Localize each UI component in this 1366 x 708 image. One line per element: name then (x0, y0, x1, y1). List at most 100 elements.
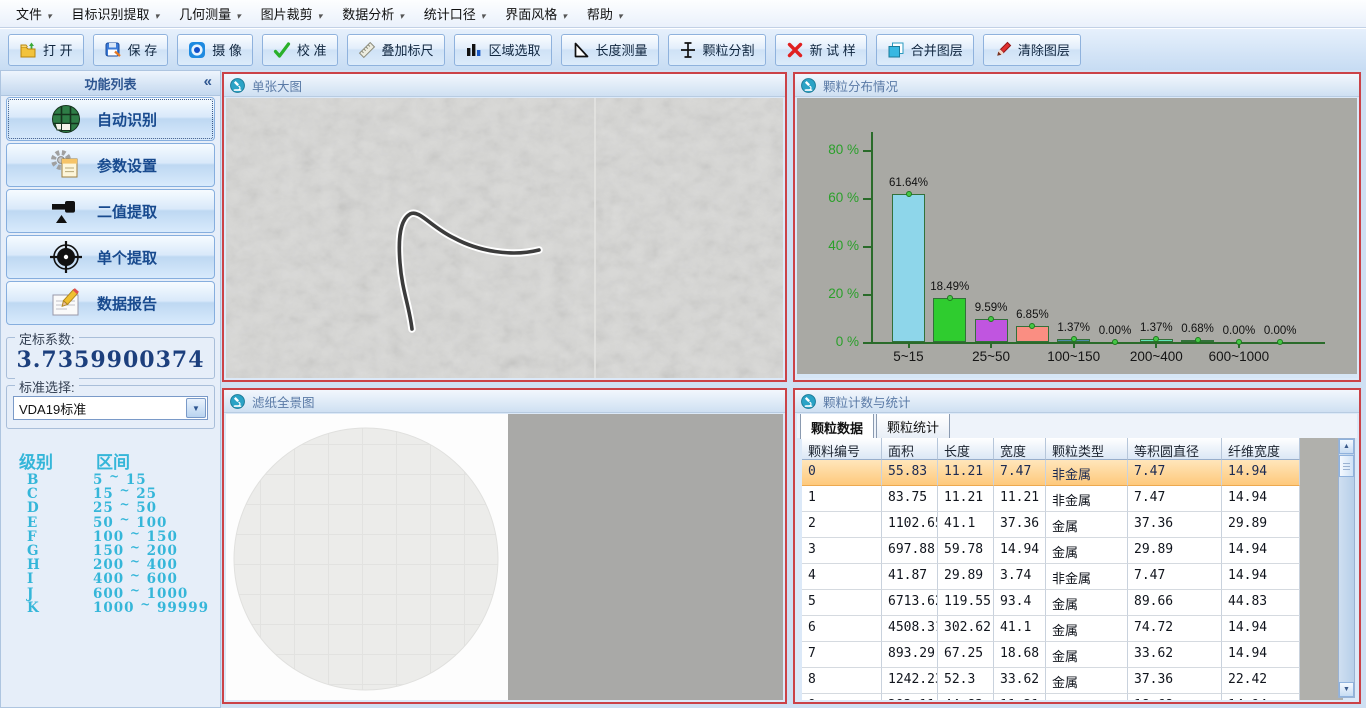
cell: 3 (802, 538, 882, 564)
bar-25~50 (975, 319, 1008, 342)
toolbar-button-label: 校 准 (297, 40, 327, 59)
tilde: ~ (130, 526, 141, 540)
cell: 67.25 (938, 642, 994, 668)
toolbar-button-3[interactable]: 校 准 (262, 34, 338, 66)
chevron-down-icon: ▾ (155, 11, 160, 21)
cell: 14.94 (1222, 460, 1300, 486)
particle-split-icon (679, 41, 697, 59)
toolbar-button-label: 长度测量 (596, 40, 648, 59)
cell: 14.94 (1222, 616, 1300, 642)
sidebar-button-2[interactable]: 二值提取 (6, 189, 215, 233)
toolbar-button-8[interactable]: 新 试 样 (775, 34, 867, 66)
bar-point (1195, 337, 1201, 343)
scroll-down-icon[interactable]: ▼ (1339, 682, 1354, 697)
table-row[interactable]: 183.7511.2111.21非金属7.4714.94 (802, 486, 1300, 512)
bar-point (1029, 323, 1035, 329)
standard-select[interactable]: VDA19标准 ▼ (13, 396, 208, 420)
microscope-icon (801, 78, 816, 93)
sidebar-button-label: 数据报告 (97, 293, 157, 314)
toolbar-button-7[interactable]: 颗粒分割 (668, 34, 766, 66)
sidebar-button-1[interactable]: 参数设置 (6, 143, 215, 187)
menu-item-7[interactable]: 帮助▾ (577, 0, 633, 27)
statistics-tabs: 颗粒数据 颗粒统计 (797, 414, 1357, 438)
single-image-view[interactable] (226, 98, 783, 378)
table-row[interactable]: 3697.8859.7814.94金属29.8914.94 (802, 538, 1300, 564)
toolbar-button-label: 摄 像 (212, 40, 242, 59)
toolbar-button-0[interactable]: 打 开 (8, 34, 84, 66)
column-header-1[interactable]: 面积 (882, 438, 938, 460)
length-measure-icon (572, 41, 590, 59)
table-row[interactable]: 81242.2352.333.62金属37.3622.42 (802, 668, 1300, 694)
scroll-up-icon[interactable]: ▲ (1339, 439, 1354, 454)
tilde: ~ (140, 597, 151, 611)
table-row[interactable]: 441.8729.893.74非金属7.4714.94 (802, 564, 1300, 590)
sidebar-button-3[interactable]: 单个提取 (6, 235, 215, 279)
toolbar-button-4[interactable]: 叠加标尺 (347, 34, 445, 66)
cell: 7.47 (1128, 564, 1222, 590)
cell: 119.55 (938, 590, 994, 616)
toolbar-button-label: 清除图层 (1018, 40, 1070, 59)
particle-statistics-panel-title: 颗粒计数与统计 (823, 392, 911, 411)
column-header-5[interactable]: 等积圆直径 (1128, 438, 1222, 460)
table-row[interactable]: 64508.31302.6241.1金属74.7214.94 (802, 616, 1300, 642)
y-tick (863, 294, 871, 296)
cell: 14.94 (1222, 642, 1300, 668)
cell: 44.83 (938, 694, 994, 700)
filter-panorama-view[interactable] (226, 414, 783, 700)
toolbar-button-10[interactable]: 清除图层 (983, 34, 1081, 66)
column-header-4[interactable]: 颗粒类型 (1046, 438, 1128, 460)
y-tick-label: 0 % (815, 334, 859, 349)
toolbar-button-6[interactable]: 长度测量 (561, 34, 659, 66)
cell: 41.87 (882, 564, 938, 590)
binary-extract-icon (49, 194, 83, 228)
merge-layers-icon (887, 41, 905, 59)
table-row[interactable]: 21102.6541.137.36金属37.3629.89 (802, 512, 1300, 538)
sidebar-collapse-button[interactable]: « (204, 73, 212, 90)
filter-panorama-panel: 滤纸全景图 (222, 388, 787, 704)
table-row[interactable]: 055.8311.217.47非金属7.4714.94 (802, 460, 1300, 486)
toolbar-button-label: 颗粒分割 (703, 40, 755, 59)
column-header-0[interactable]: 颗料编号 (802, 438, 882, 460)
sidebar-button-0[interactable]: 自动识别 (6, 97, 215, 141)
menu-item-5[interactable]: 统计口径▾ (414, 0, 496, 27)
bar-value-label: 18.49% (918, 281, 982, 293)
menu-item-4[interactable]: 数据分析▾ (332, 0, 414, 27)
chevron-down-icon[interactable]: ▼ (186, 398, 206, 418)
sidebar-button-label: 二值提取 (97, 201, 157, 222)
toolbar-button-2[interactable]: 摄 像 (177, 34, 253, 66)
toolbar-button-label: 区域选取 (489, 40, 541, 59)
cell: 4 (802, 564, 882, 590)
y-tick-label: 80 % (815, 142, 859, 157)
menu-item-1[interactable]: 目标识别提取▾ (62, 0, 170, 27)
column-header-2[interactable]: 长度 (938, 438, 994, 460)
scrollbar-thumb[interactable] (1339, 455, 1354, 477)
y-tick-label: 60 % (815, 190, 859, 205)
menu-item-2[interactable]: 几何测量▾ (169, 0, 251, 27)
chevron-down-icon: ▾ (236, 11, 241, 21)
microscope-icon (801, 394, 816, 409)
distribution-bar-chart: 0 %20 %40 %60 %80 %61.64%18.49%9.59%6.85… (797, 98, 1357, 378)
cell: 11.21 (938, 486, 994, 512)
tilde: ~ (130, 568, 141, 582)
table-row[interactable]: 7893.2967.2518.68金属33.6214.94 (802, 642, 1300, 668)
menu-item-6[interactable]: 界面风格▾ (495, 0, 577, 27)
cell: 11.21 (938, 460, 994, 486)
toolbar-button-1[interactable]: 保 存 (93, 34, 169, 66)
column-header-3[interactable]: 宽度 (994, 438, 1046, 460)
cell: 2 (802, 512, 882, 538)
vertical-scrollbar[interactable]: ▲ ▼ (1338, 438, 1355, 698)
table-row[interactable]: 56713.62119.5593.4金属89.6644.83 (802, 590, 1300, 616)
column-header-6[interactable]: 纤维宽度 (1222, 438, 1300, 460)
toolbar-button-9[interactable]: 合并图层 (876, 34, 974, 66)
menu-item-0[interactable]: 文件▾ (6, 0, 62, 27)
x-tick-label: 5~15 (867, 349, 951, 364)
table-row[interactable]: 9293.1144.8311.21金属18.6814.94 (802, 694, 1300, 700)
cell: 5 (802, 590, 882, 616)
particle-distribution-panel: 颗粒分布情况 0 %20 %40 %60 %80 %61.64%18.49%9.… (793, 72, 1361, 382)
y-tick (863, 198, 871, 200)
tab-particle-stats[interactable]: 颗粒统计 (876, 414, 950, 438)
menu-item-3[interactable]: 图片裁剪▾ (251, 0, 333, 27)
tab-particle-data[interactable]: 颗粒数据 (800, 414, 874, 439)
toolbar-button-5[interactable]: 区域选取 (454, 34, 552, 66)
sidebar-button-4[interactable]: 数据报告 (6, 281, 215, 325)
